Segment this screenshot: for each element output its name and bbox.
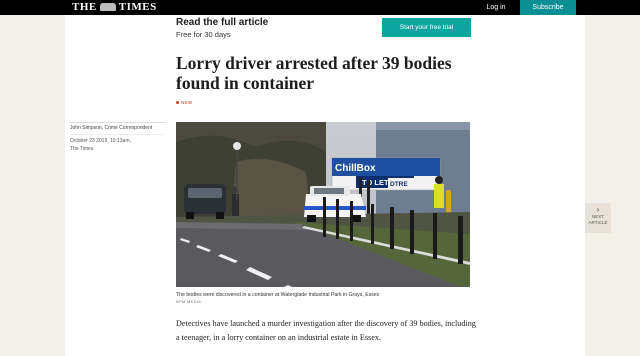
sign-text: TO LET — [362, 178, 389, 187]
subscribe-button[interactable]: Subscribe — [520, 0, 576, 15]
article-body: Detectives have launched a murder invest… — [176, 319, 476, 342]
next-article-button[interactable]: › NEXT ARTICLE — [585, 203, 611, 233]
photo-credit: BPM MEDIA — [176, 299, 202, 304]
promo-subtitle: Free for 30 days — [176, 30, 231, 39]
divider — [70, 122, 166, 123]
free-trial-button[interactable]: Start your free trial — [382, 18, 471, 37]
logo-text-left: THE — [72, 1, 97, 13]
new-badge-label: NEW — [181, 100, 193, 105]
publication-source: The Times — [70, 146, 94, 152]
article-column: Read the full article Free for 30 days S… — [65, 15, 585, 356]
divider — [70, 134, 166, 135]
article-headline: Lorry driver arrested after 39 bodies fo… — [176, 53, 452, 93]
logo-text-right: TIMES — [118, 1, 157, 13]
article-photo: ChillBox TO LET DTRE — [176, 122, 470, 287]
photo-caption: The bodies were discovered in a containe… — [176, 292, 380, 298]
times-logo[interactable]: THE TIMES — [72, 1, 157, 13]
crest-icon — [99, 3, 116, 11]
top-bar: THE TIMES Log in Subscribe — [0, 0, 640, 15]
dot-icon — [176, 101, 179, 104]
author-byline[interactable]: John Simpson, Crime Correspondent — [70, 125, 152, 131]
sign-code: DTRE — [390, 181, 408, 188]
sign-brand: ChillBox — [335, 163, 376, 174]
publish-date: October 23 2019, 10:13am, — [70, 138, 131, 144]
scene-illustration: ChillBox TO LET DTRE — [176, 122, 470, 287]
promo-title: Read the full article — [176, 17, 269, 28]
article-label: ARTICLE — [588, 220, 608, 225]
login-link[interactable]: Log in — [476, 2, 516, 13]
new-badge: NEW — [176, 100, 192, 105]
chevron-right-icon: › — [596, 205, 600, 214]
